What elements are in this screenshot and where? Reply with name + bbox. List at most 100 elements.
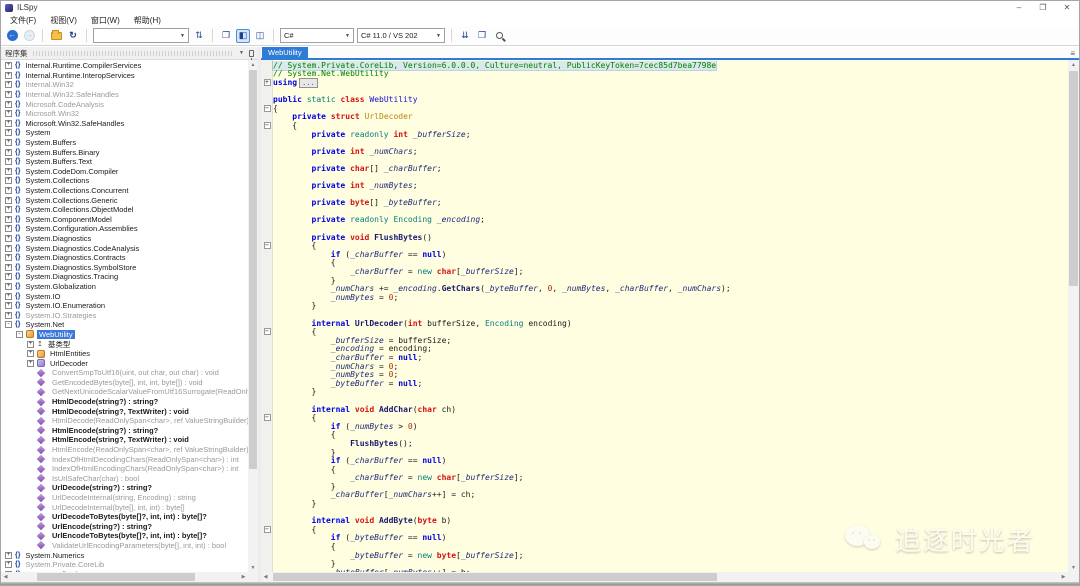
code-line[interactable]: private int _numChars; (261, 147, 1068, 156)
code-line[interactable]: internal UrlDecoder(int bufferSize, Enco… (261, 319, 1068, 328)
tree-item[interactable]: +{}Microsoft.CodeAnalysis (1, 99, 248, 109)
tree-item[interactable]: IsUrlSafeChar(char) : bool (1, 474, 248, 484)
code-line[interactable]: FlushBytes(); (261, 439, 1068, 448)
tree-item[interactable]: HtmlEncode(string?, TextWriter) : void (1, 435, 248, 445)
code-line[interactable]: } (261, 499, 1068, 508)
code-line[interactable]: _numBytes = 0; (261, 370, 1068, 379)
code-line[interactable]: − { (261, 327, 1068, 336)
code-line[interactable]: _charBuffer[_numChars++] = ch; (261, 491, 1068, 500)
expand-icon[interactable]: + (5, 312, 12, 319)
scroll-up-icon[interactable]: ▲ (248, 60, 258, 69)
expand-icon[interactable]: + (27, 360, 34, 367)
panel-menu-icon[interactable]: ▼ (239, 50, 244, 56)
tree-item[interactable]: +{}Internal.Runtime.InteropServices (1, 71, 248, 81)
code-line[interactable]: private readonly int _bufferSize; (261, 130, 1068, 139)
tree-item[interactable]: +{}Microsoft.Win32.SafeHandles (1, 119, 248, 129)
expand-icon[interactable]: + (5, 283, 12, 290)
tree-item[interactable]: GetEncodedBytes(byte[], int, int, byte[]… (1, 378, 248, 388)
fold-collapse-icon[interactable]: − (264, 414, 271, 421)
code-line[interactable]: private struct UrlDecoder (261, 113, 1068, 122)
expand-icon[interactable]: + (5, 139, 12, 146)
language-select[interactable]: C#▼ (280, 28, 354, 43)
tree-item[interactable]: +↥基类型 (1, 339, 248, 349)
code-line[interactable]: if (_charBuffer == null) (261, 250, 1068, 259)
tree-item[interactable]: HtmlDecode(string?) : string? (1, 397, 248, 407)
scroll-down-icon[interactable]: ▼ (248, 563, 258, 572)
sort-assemblies-icon[interactable]: ⇅ (192, 29, 206, 43)
tree-item[interactable]: IndexOfHtmlEncodingChars(ReadOnlySpan<ch… (1, 464, 248, 474)
code-hscroll-thumb[interactable] (273, 573, 717, 581)
code-line[interactable] (261, 396, 1068, 405)
code-horizontal-scrollbar[interactable]: ◀ ▶ (261, 572, 1068, 582)
fold-collapse-icon[interactable]: − (264, 328, 271, 335)
code-line[interactable] (261, 224, 1068, 233)
code-line[interactable]: } (261, 276, 1068, 285)
fold-collapse-icon[interactable]: − (264, 242, 271, 249)
menu-item-3[interactable]: 帮助(H) (127, 15, 168, 26)
tree-item[interactable]: +{}System.Configuration.Assemblies (1, 224, 248, 234)
scroll-right-icon[interactable]: ▶ (1059, 572, 1068, 582)
scroll-right-icon[interactable]: ▶ (239, 572, 248, 582)
code-vscroll-thumb[interactable] (1069, 71, 1078, 286)
tab-list-icon[interactable]: ≡ (1070, 49, 1075, 58)
code-line[interactable]: if (_numBytes > 0) (261, 422, 1068, 431)
tree-item[interactable]: +{}System.Diagnostics.Tracing (1, 272, 248, 282)
tree-item[interactable]: +{}System.ComponentModel (1, 215, 248, 225)
code-line[interactable]: } (261, 302, 1068, 311)
tree-item[interactable]: +{}System.IO.Enumeration (1, 301, 248, 311)
menu-item-0[interactable]: 文件(F) (3, 15, 43, 26)
assembly-list-select[interactable]: ▼ (93, 28, 189, 43)
tree-item[interactable]: IndexOfHtmlDecodingChars(ReadOnlySpan<ch… (1, 454, 248, 464)
expand-icon[interactable]: + (5, 168, 12, 175)
menu-item-2[interactable]: 窗口(W) (84, 15, 127, 26)
code-line[interactable]: } (261, 559, 1068, 568)
tree-item[interactable]: +{}System.Globalization (1, 282, 248, 292)
tree-item[interactable]: +{}System.Collections.ObjectModel (1, 205, 248, 215)
code-line[interactable]: } (261, 388, 1068, 397)
open-folder-icon[interactable] (49, 29, 63, 43)
code-line[interactable]: _byteBuffer = null; (261, 379, 1068, 388)
code-line[interactable]: { (261, 542, 1068, 551)
code-line[interactable]: if (_charBuffer == null) (261, 456, 1068, 465)
expand-icon[interactable]: + (27, 350, 34, 357)
tree-item[interactable]: +{}System (1, 128, 248, 138)
code-line[interactable]: _charBuffer = new char[_bufferSize]; (261, 267, 1068, 276)
expand-icon[interactable]: + (5, 235, 12, 242)
tree-item[interactable]: UrlDecodeInternal(string, Encoding) : st… (1, 493, 248, 503)
tree-item[interactable]: +HtmlEntities (1, 349, 248, 359)
fold-expand-icon[interactable]: + (264, 79, 271, 86)
code-line[interactable]: { (261, 431, 1068, 440)
tree-item[interactable]: +{}Microsoft.Win32 (1, 109, 248, 119)
expand-icon[interactable]: + (5, 254, 12, 261)
code-line[interactable]: public static class WebUtility (261, 95, 1068, 104)
collapse-icon[interactable]: - (5, 321, 12, 328)
refresh-icon[interactable]: ↻ (66, 29, 80, 43)
expand-icon[interactable]: + (5, 245, 12, 252)
tree-hscroll-thumb[interactable] (37, 573, 195, 581)
code-line[interactable]: _encoding = encoding; (261, 345, 1068, 354)
expand-icon[interactable]: + (5, 302, 12, 309)
tree-item[interactable]: UrlDecodeToBytes(byte[]?, int, int) : by… (1, 512, 248, 522)
fold-collapse-icon[interactable]: − (264, 526, 271, 533)
expand-icon[interactable]: + (5, 187, 12, 194)
code-line[interactable]: _charBuffer = null; (261, 353, 1068, 362)
code-view[interactable]: // System.Private.CoreLib, Version=6.0.0… (261, 60, 1079, 582)
expand-icon[interactable]: + (5, 197, 12, 204)
expand-icon[interactable]: + (5, 293, 12, 300)
tree-item[interactable]: UrlEncodeToBytes(byte[]?, int, int) : by… (1, 531, 248, 541)
code-line[interactable]: − { (261, 413, 1068, 422)
tree-item[interactable]: UrlEncode(string?) : string? (1, 522, 248, 532)
code-line[interactable] (261, 310, 1068, 319)
tab-webutility[interactable]: WebUtility (262, 47, 308, 58)
expand-icon[interactable]: + (5, 62, 12, 69)
expand-icon[interactable]: + (5, 149, 12, 156)
expand-icon[interactable]: + (5, 158, 12, 165)
tree-item[interactable]: +{}Internal.Win32 (1, 80, 248, 90)
tree-vertical-scrollbar[interactable]: ▲ ▼ (248, 60, 258, 572)
tree-item[interactable]: +{}System.Buffers.Binary (1, 147, 248, 157)
fold-collapse-icon[interactable]: − (264, 122, 271, 129)
code-line[interactable]: − { (261, 241, 1068, 250)
toggle-decompile-pane-icon[interactable]: ◧ (236, 29, 250, 43)
minimize-button[interactable]: – (1007, 1, 1031, 14)
code-line[interactable] (261, 156, 1068, 165)
